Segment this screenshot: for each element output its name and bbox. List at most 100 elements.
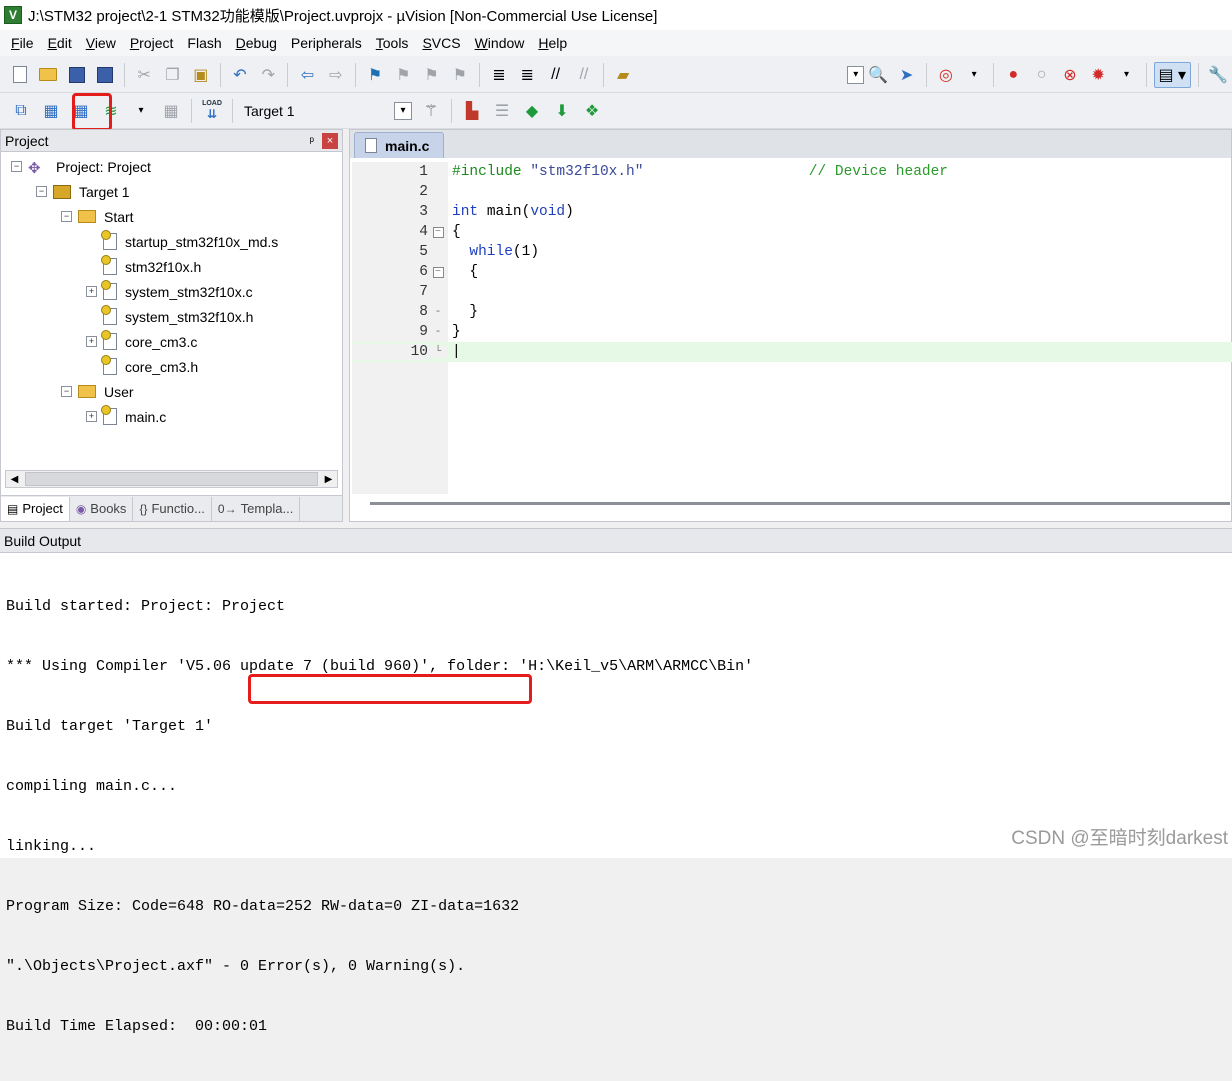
- undo-button[interactable]: ↶: [228, 62, 252, 88]
- save-all-button[interactable]: [93, 62, 117, 88]
- scroll-right-icon[interactable]: ▶: [320, 471, 337, 487]
- new-file-icon: [13, 66, 28, 83]
- fold-collapse-icon[interactable]: −: [432, 226, 444, 238]
- clear-bookmarks-button[interactable]: ⚑: [448, 62, 472, 88]
- indent-button[interactable]: ≣: [487, 62, 511, 88]
- tab-books[interactable]: ◉ Books: [70, 496, 134, 521]
- collapse-toggle[interactable]: −: [61, 211, 72, 222]
- close-panel-button[interactable]: ×: [322, 132, 338, 149]
- menu-view[interactable]: View: [79, 35, 123, 51]
- kill-all-breakpoints-button[interactable]: ✹: [1086, 62, 1110, 88]
- menu-edit[interactable]: Edit: [41, 35, 79, 51]
- uncomment-button[interactable]: //: [572, 62, 596, 88]
- find-button[interactable]: 🔍: [866, 62, 890, 88]
- insert-bookmark-button[interactable]: ⚑: [363, 62, 387, 88]
- file-icon: [101, 330, 117, 350]
- menu-flash[interactable]: Flash: [180, 35, 228, 51]
- configure-button[interactable]: 🔧: [1206, 62, 1230, 88]
- tab-functions[interactable]: {} Functio...: [133, 496, 212, 521]
- new-file-button[interactable]: [8, 62, 32, 88]
- menu-peripherals[interactable]: Peripherals: [284, 35, 369, 51]
- editor-tab-main-c[interactable]: main.c: [354, 132, 445, 158]
- fold-collapse-icon[interactable]: −: [432, 266, 444, 278]
- tree-node-file[interactable]: core_cm3.h: [101, 354, 198, 379]
- copy-button[interactable]: ❐: [160, 62, 184, 88]
- comment-button[interactable]: //: [543, 62, 567, 88]
- cut-button[interactable]: ✂: [132, 62, 156, 88]
- stop-build-button[interactable]: ▦: [158, 98, 184, 124]
- tree-node-file[interactable]: + system_stm32f10x.c: [86, 279, 253, 304]
- collapse-toggle[interactable]: −: [11, 161, 22, 172]
- incremental-find-button[interactable]: ➤: [894, 62, 918, 88]
- pin-icon[interactable]: ᵖ: [309, 134, 314, 148]
- expand-toggle[interactable]: +: [86, 411, 97, 422]
- navigate-forward-button[interactable]: ⇨: [324, 62, 348, 88]
- build-output-title: Build Output: [4, 532, 82, 549]
- target-options-button[interactable]: ⚚: [418, 98, 444, 124]
- multi-project-button[interactable]: ❖: [579, 98, 605, 124]
- select-packs-button[interactable]: ☰: [489, 98, 515, 124]
- enable-breakpoint-button[interactable]: ○: [1029, 62, 1053, 88]
- tree-node-file[interactable]: + core_cm3.c: [86, 329, 197, 354]
- build-output-text[interactable]: Build started: Project: Project *** Usin…: [0, 553, 1232, 1081]
- build-line: Program Size: Code=648 RO-data=252 RW-da…: [6, 898, 520, 915]
- tree-node-group-start[interactable]: − Start: [61, 204, 134, 229]
- find-combo-dropdown[interactable]: ▾: [847, 65, 865, 84]
- manage-rte-button[interactable]: ◆: [519, 98, 545, 124]
- collapse-toggle[interactable]: −: [61, 386, 72, 397]
- tab-project[interactable]: ▤ Project: [1, 496, 70, 521]
- scroll-thumb[interactable]: [25, 472, 318, 486]
- batch-build-dropdown[interactable]: ▾: [128, 98, 154, 124]
- pack-installer-button[interactable]: ⬇: [549, 98, 575, 124]
- redo-button[interactable]: ↷: [256, 62, 280, 88]
- translate-button[interactable]: ⧉: [8, 98, 34, 124]
- menu-tools[interactable]: Tools: [369, 35, 416, 51]
- tree-node-target[interactable]: − Target 1: [36, 179, 130, 204]
- window-layout-button[interactable]: ▤ ▾: [1153, 61, 1192, 88]
- menu-file[interactable]: File: [4, 35, 41, 51]
- tree-node-label: Start: [104, 208, 134, 225]
- open-file-button[interactable]: [36, 62, 60, 88]
- menu-window[interactable]: Window: [468, 35, 532, 51]
- expand-toggle[interactable]: +: [86, 336, 97, 347]
- scroll-left-icon[interactable]: ◀: [6, 471, 23, 487]
- debug-session-button[interactable]: ◎: [934, 62, 958, 88]
- expand-toggle[interactable]: +: [86, 286, 97, 297]
- breakpoint-dropdown[interactable]: ▾: [1114, 62, 1138, 88]
- menu-svcs[interactable]: SVCS: [415, 35, 467, 51]
- manage-project-items-button[interactable]: ▙: [459, 98, 485, 124]
- code-area[interactable]: 1 #include "stm32f10x.h" // Device heade…: [352, 162, 1232, 494]
- insert-breakpoint-button[interactable]: ●: [1001, 62, 1025, 88]
- tree-node-file-main[interactable]: + main.c: [86, 404, 166, 429]
- toolbar-separator: [1145, 62, 1147, 87]
- tree-node-file[interactable]: startup_stm32f10x_md.s: [101, 229, 278, 254]
- find-in-files-button[interactable]: ▰: [611, 62, 635, 88]
- tree-node-file[interactable]: stm32f10x.h: [101, 254, 201, 279]
- collapse-toggle[interactable]: −: [36, 186, 47, 197]
- save-button[interactable]: [65, 62, 89, 88]
- menu-help[interactable]: Help: [531, 35, 574, 51]
- tab-templates[interactable]: 0→ Templa...: [212, 496, 301, 521]
- disable-all-breakpoints-button[interactable]: ⊗: [1058, 62, 1082, 88]
- next-bookmark-button[interactable]: ⚑: [419, 62, 443, 88]
- build-button[interactable]: ▦: [38, 98, 64, 124]
- project-horizontal-scrollbar[interactable]: ◀ ▶: [5, 470, 338, 488]
- chevron-down-icon: ▾: [853, 69, 859, 80]
- tree-node-label: Target 1: [79, 183, 130, 200]
- navigate-back-button[interactable]: ⇦: [295, 62, 319, 88]
- previous-bookmark-button[interactable]: ⚑: [391, 62, 415, 88]
- target-dropdown[interactable]: ▾: [394, 101, 412, 120]
- menu-debug[interactable]: Debug: [229, 35, 284, 51]
- tree-node-project[interactable]: − ✥ Project: Project: [11, 154, 151, 179]
- paste-button[interactable]: ▣: [189, 62, 213, 88]
- tree-node-group-user[interactable]: − User: [61, 379, 134, 404]
- kill-breakpoints-icon: ✹: [1091, 66, 1105, 84]
- paste-icon: ▣: [193, 66, 209, 84]
- target-select[interactable]: Target 1: [244, 103, 394, 119]
- menu-project[interactable]: Project: [123, 35, 181, 51]
- tree-node-file[interactable]: system_stm32f10x.h: [101, 304, 253, 329]
- debug-dropdown[interactable]: ▾: [962, 62, 986, 88]
- editor-horizontal-scrollbar[interactable]: [370, 502, 1230, 505]
- download-button[interactable]: LOAD ⇊: [199, 98, 225, 124]
- unindent-button[interactable]: ≣: [515, 62, 539, 88]
